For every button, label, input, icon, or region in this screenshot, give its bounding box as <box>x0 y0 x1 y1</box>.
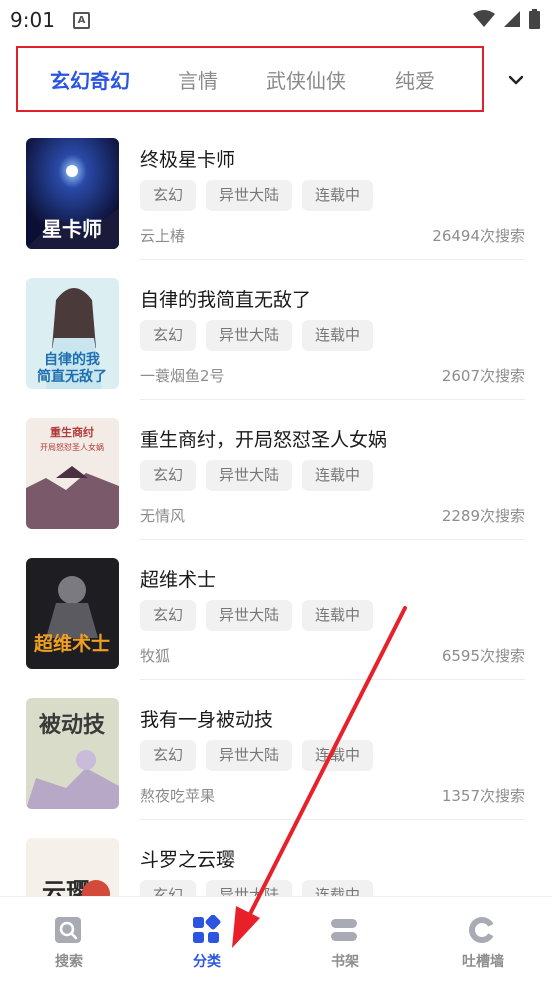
status-time: 9:01 <box>10 8 55 32</box>
svg-text:被动技: 被动技 <box>39 713 106 738</box>
nav-label: 吐槽墙 <box>462 954 504 970</box>
search-icon <box>55 917 81 943</box>
book-tag[interactable]: 连载中 <box>302 880 374 896</box>
book-item[interactable]: 被动技 我有一身被动技 玄幻 异世大陆 连载中 熬夜吃苹果 1357次搜索 <box>0 680 552 820</box>
book-tags: 玄幻 异世大陆 连载中 <box>140 880 374 896</box>
book-tag[interactable]: 异世大陆 <box>206 320 293 351</box>
nav-comment-wall[interactable]: 吐槽墙 <box>414 897 552 984</box>
svg-text:自律的我: 自律的我 <box>44 351 100 368</box>
tab-yanqing[interactable]: 言情 <box>178 65 218 94</box>
cell-signal-icon <box>504 11 520 27</box>
book-tag[interactable]: 玄幻 <box>140 880 197 896</box>
book-tag[interactable]: 连载中 <box>302 740 374 771</box>
svg-text:超维术士: 超维术士 <box>33 632 110 655</box>
book-tag[interactable]: 玄幻 <box>140 320 197 351</box>
book-tags: 玄幻 异世大陆 连载中 <box>140 180 374 211</box>
book-title[interactable]: 重生商纣，开局怒怼圣人女娲 <box>140 425 387 452</box>
book-item[interactable]: 重生商纣 开局怒怼圣人女娲 重生商纣，开局怒怼圣人女娲 玄幻 异世大陆 连载中 … <box>0 400 552 540</box>
book-list: 星卡师 终极星卡师 玄幻 异世大陆 连载中 云上椿 26494次搜索 自律的我 … <box>0 120 552 896</box>
book-tags: 玄幻 异世大陆 连载中 <box>140 600 374 631</box>
book-tag[interactable]: 玄幻 <box>140 460 197 491</box>
bookshelf-icon <box>331 919 357 941</box>
book-author: 牧狐 <box>140 647 171 665</box>
book-title[interactable]: 斗罗之云璎 <box>140 845 235 872</box>
chevron-down-icon[interactable] <box>506 70 526 90</box>
status-icons <box>473 9 540 29</box>
category-tab-bar: 玄幻奇幻 言情 武侠仙侠 纯爱 <box>0 42 552 118</box>
book-tag[interactable]: 异世大陆 <box>206 180 293 211</box>
book-author: 熬夜吃苹果 <box>140 787 216 805</box>
book-search-count: 2289次搜索 <box>441 507 525 525</box>
book-cover[interactable]: 被动技 <box>26 698 119 809</box>
wifi-icon <box>473 10 495 27</box>
category-tabs: 玄幻奇幻 言情 武侠仙侠 纯爱 <box>16 46 484 112</box>
book-title[interactable]: 超维术士 <box>140 565 216 592</box>
svg-text:简直无敌了: 简直无敌了 <box>37 368 107 385</box>
book-item[interactable]: 云璎 斗罗之云璎 玄幻 异世大陆 连载中 <box>0 820 552 896</box>
book-tags: 玄幻 异世大陆 连载中 <box>140 320 374 351</box>
book-cover[interactable]: 自律的我 简直无敌了 <box>26 278 119 389</box>
category-grid-icon <box>193 915 221 943</box>
book-cover[interactable]: 云璎 <box>26 838 119 896</box>
nav-category[interactable]: 分类 <box>138 897 276 984</box>
book-tag[interactable]: 玄幻 <box>140 740 197 771</box>
book-title[interactable]: 自律的我简直无敌了 <box>140 285 311 312</box>
nav-search[interactable]: 搜索 <box>0 897 138 984</box>
battery-icon <box>529 9 540 29</box>
book-author: 无情风 <box>140 507 186 525</box>
book-search-count: 1357次搜索 <box>441 787 525 805</box>
status-bar: 9:01 A <box>0 0 552 40</box>
book-tag[interactable]: 异世大陆 <box>206 880 293 896</box>
book-tag[interactable]: 异世大陆 <box>206 460 293 491</box>
tab-xuanhuan[interactable]: 玄幻奇幻 <box>50 65 130 94</box>
book-author: 云上椿 <box>140 227 186 245</box>
book-tag[interactable]: 连载中 <box>302 320 374 351</box>
book-tag[interactable]: 玄幻 <box>140 180 197 211</box>
book-item[interactable]: 超维术士 超维术士 玄幻 异世大陆 连载中 牧狐 6595次搜索 <box>0 540 552 680</box>
bottom-nav: 搜索 分类 书架 吐槽墙 <box>0 896 552 984</box>
book-tag[interactable]: 连载中 <box>302 180 374 211</box>
book-tags: 玄幻 异世大陆 连载中 <box>140 740 374 771</box>
nav-label: 搜索 <box>55 954 83 970</box>
tab-wuxia[interactable]: 武侠仙侠 <box>266 65 346 94</box>
svg-text:开局怒怼圣人女娲: 开局怒怼圣人女娲 <box>40 442 104 452</box>
book-tags: 玄幻 异世大陆 连载中 <box>140 460 374 491</box>
book-tag[interactable]: 异世大陆 <box>206 600 293 631</box>
book-tag[interactable]: 异世大陆 <box>206 740 293 771</box>
nav-label: 分类 <box>193 954 221 970</box>
book-title[interactable]: 终极星卡师 <box>140 145 235 172</box>
book-search-count: 26494次搜索 <box>432 227 525 245</box>
nav-label: 书架 <box>331 954 359 970</box>
book-cover[interactable]: 星卡师 <box>26 138 119 249</box>
book-item[interactable]: 自律的我 简直无敌了 自律的我简直无敌了 玄幻 异世大陆 连载中 一蓑烟鱼2号 … <box>0 260 552 400</box>
comment-wall-icon <box>469 917 495 943</box>
book-search-count: 6595次搜索 <box>441 647 525 665</box>
book-cover[interactable]: 重生商纣 开局怒怼圣人女娲 <box>26 418 119 529</box>
svg-text:星卡师: 星卡师 <box>42 217 102 241</box>
a-box-icon: A <box>73 12 90 29</box>
book-item[interactable]: 星卡师 终极星卡师 玄幻 异世大陆 连载中 云上椿 26494次搜索 <box>0 120 552 260</box>
book-tag[interactable]: 连载中 <box>302 600 374 631</box>
nav-bookshelf[interactable]: 书架 <box>276 897 414 984</box>
book-author: 一蓑烟鱼2号 <box>140 367 225 385</box>
svg-text:重生商纣: 重生商纣 <box>50 425 94 439</box>
book-title[interactable]: 我有一身被动技 <box>140 705 273 732</box>
tab-chunai[interactable]: 纯爱 <box>395 65 435 94</box>
book-tag[interactable]: 连载中 <box>302 460 374 491</box>
book-search-count: 2607次搜索 <box>441 367 525 385</box>
book-tag[interactable]: 玄幻 <box>140 600 197 631</box>
book-cover[interactable]: 超维术士 <box>26 558 119 669</box>
